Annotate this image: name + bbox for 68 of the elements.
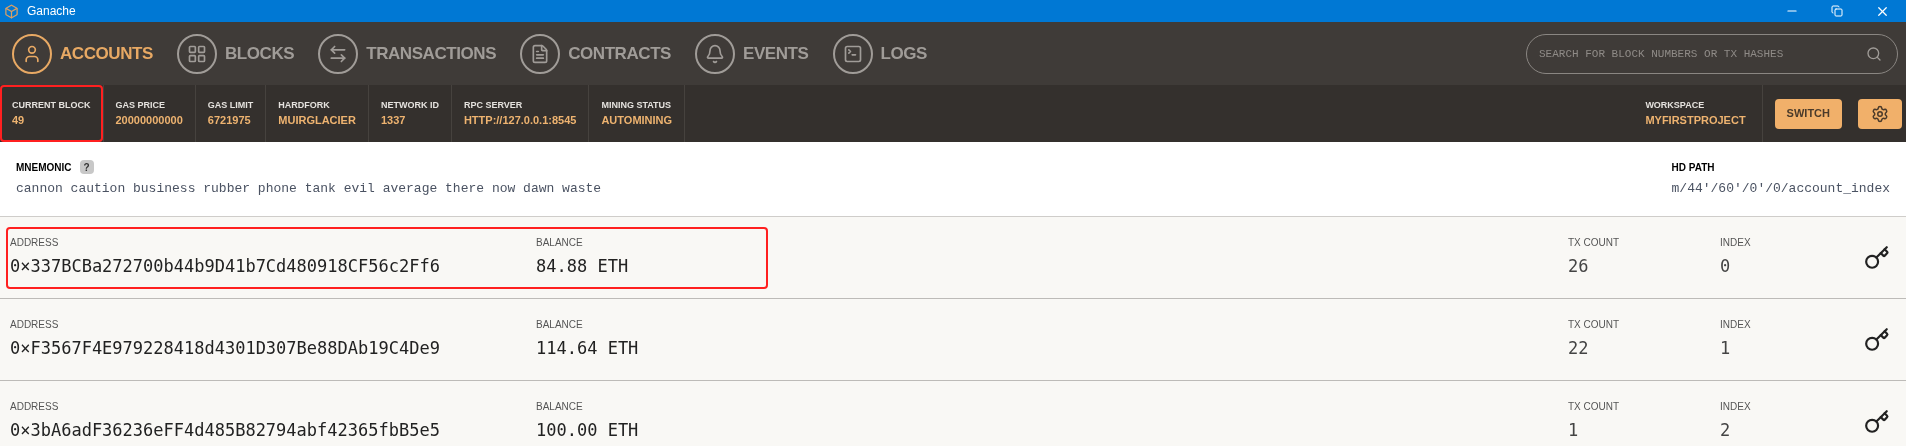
stat-label: MINING STATUS xyxy=(601,98,673,112)
stat-value: 49 xyxy=(12,113,26,128)
search-field[interactable]: SEARCH FOR BLOCK NUMBERS OR TX HASHES xyxy=(1526,33,1898,74)
stat-label: CURRENT BLOCK xyxy=(12,98,91,112)
tx-count-value: 26 xyxy=(1568,255,1590,279)
workspace-label: WORKSPACE xyxy=(1645,98,1706,112)
address-label: ADDRESS xyxy=(10,400,60,415)
window-title: Ganache xyxy=(27,3,76,20)
stat-value: 6721975 xyxy=(207,113,252,128)
nav-tab[interactable]: EVENTS xyxy=(695,33,809,74)
terminal-icon xyxy=(832,33,873,74)
stat-value: HTTP://127.0.0.1:8545 xyxy=(463,113,577,128)
stat-label: HARDFORK xyxy=(278,98,331,112)
balance-label: BALANCE xyxy=(536,400,584,415)
tx-count-label: TX COUNT xyxy=(1568,400,1621,415)
document-icon xyxy=(520,33,561,74)
key-icon[interactable] xyxy=(1864,244,1890,271)
key-icon[interactable] xyxy=(1864,408,1890,435)
balance-value: 100.00 ETH xyxy=(536,419,639,443)
address-value: 0×F3567F4E979228418d4301D307Be88DAb19C4De9 xyxy=(10,337,441,361)
mnemonic-label: MNEMONIC xyxy=(16,160,72,175)
bell-icon xyxy=(695,33,736,74)
nav-tab[interactable]: BLOCKS xyxy=(176,33,295,74)
tx-count-value: 22 xyxy=(1568,337,1590,361)
stat-label: GAS LIMIT xyxy=(207,98,254,112)
switch-button[interactable]: SWITCH xyxy=(1774,98,1842,129)
nav-tab[interactable]: CONTRACTS xyxy=(520,33,672,74)
balance-value: 114.64 ETH xyxy=(536,337,639,361)
stat-value: MUIRGLACIER xyxy=(278,113,356,128)
tx-count-label: TX COUNT xyxy=(1568,236,1621,251)
settings-button[interactable] xyxy=(1858,98,1902,129)
address-value: 0×337BCBa272700b44b9D41b7Cd480918CF56c2Ff6 xyxy=(10,255,441,279)
hd-path-value: m/44'/60'/0'/0/account_index xyxy=(1671,179,1890,198)
tx-count-label: TX COUNT xyxy=(1568,318,1621,333)
stat-label: RPC SERVER xyxy=(463,98,524,112)
workspace-name: MYFIRSTPROJECT xyxy=(1645,113,1746,128)
arrows-icon xyxy=(318,33,359,74)
address-label: ADDRESS xyxy=(10,318,60,333)
address-label: ADDRESS xyxy=(10,236,60,251)
index-value: 1 xyxy=(1720,337,1732,361)
stat-value: AUTOMINING xyxy=(601,113,673,128)
index-value: 0 xyxy=(1720,255,1732,279)
help-badge[interactable]: ? xyxy=(79,160,94,175)
balance-label: BALANCE xyxy=(536,236,584,251)
stat-value: 1337 xyxy=(380,113,407,128)
address-value: 0×3bA6adF36236eFF4d485B82794abf42365fbB5e5 xyxy=(10,419,441,443)
app-logo-icon xyxy=(4,3,19,19)
nav-tab[interactable]: ACCOUNTS xyxy=(12,33,153,74)
hd-path-label: HD PATH xyxy=(1671,160,1716,175)
nav-tab[interactable]: LOGS xyxy=(832,33,927,74)
balance-value: 84.88 ETH xyxy=(536,255,629,279)
person-icon xyxy=(12,33,52,74)
index-label: INDEX xyxy=(1720,236,1751,251)
mnemonic-words: cannon caution business rubber phone tank evil average there now dawn waste xyxy=(16,179,602,198)
balance-label: BALANCE xyxy=(536,318,584,333)
restore-icon[interactable] xyxy=(1831,5,1843,17)
tx-count-value: 1 xyxy=(1568,419,1580,443)
index-value: 2 xyxy=(1720,419,1732,443)
index-label: INDEX xyxy=(1720,318,1751,333)
key-icon[interactable] xyxy=(1864,326,1890,353)
nav-tab[interactable]: TRANSACTIONS xyxy=(318,33,497,74)
stat-value: 20000000000 xyxy=(115,113,183,128)
index-label: INDEX xyxy=(1720,400,1751,415)
settings-icon xyxy=(1871,104,1889,123)
search-icon[interactable] xyxy=(1866,45,1882,62)
stat-label: GAS PRICE xyxy=(115,98,166,112)
grid-icon xyxy=(176,33,217,74)
stat-label: NETWORK ID xyxy=(380,98,439,112)
